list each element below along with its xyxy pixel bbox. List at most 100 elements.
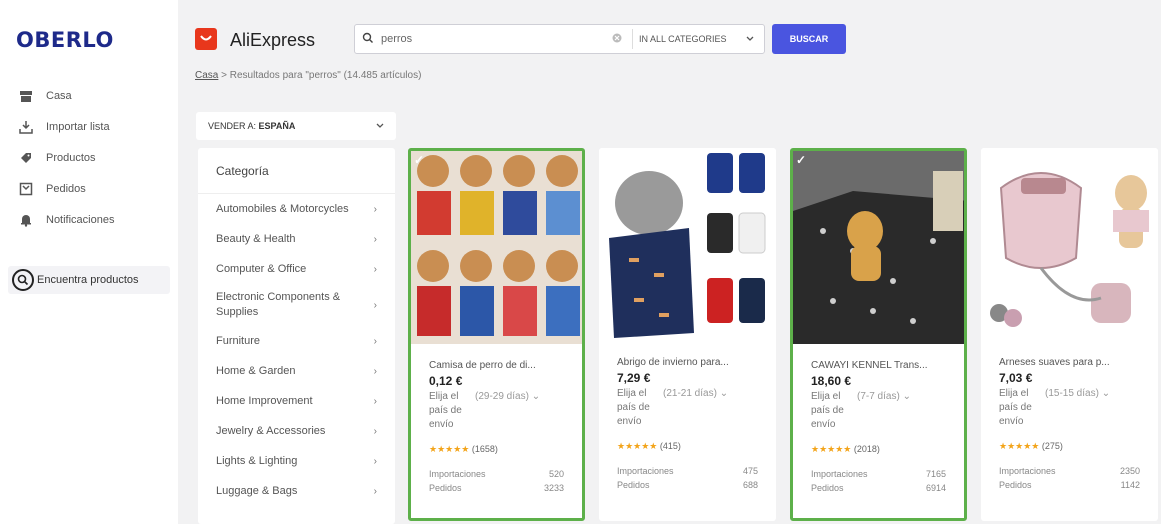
shipping-days: (29-29 días) [475,391,529,402]
stars-icon: ★★★★★ [999,441,1040,451]
ship-to-text: VENDER A: ESPAÑA [208,121,295,131]
product-info: Abrigo de invierno para... 7,29 € Elija … [599,341,776,492]
category-item[interactable]: Luggage & Bags › [198,476,395,506]
sidebar-item-casa[interactable]: Casa [18,80,168,111]
imports-label: Importaciones [811,469,868,479]
product-info: Camisa de perro de di... 0,12 € Elija el… [411,344,582,495]
category-item[interactable]: Lights & Lighting › [198,446,395,476]
chevron-right-icon: › [373,335,377,347]
category-item-label: Luggage & Bags [216,485,298,497]
stars-icon: ★★★★★ [429,444,470,454]
product-card[interactable]: Abrigo de invierno para... 7,29 € Elija … [599,148,776,521]
sidebar-item-label: Importar lista [46,120,110,133]
search-button[interactable]: BUSCAR [772,24,846,54]
imports-count: 520 [548,469,564,479]
product-title[interactable]: Camisa de perro de di... [429,360,564,371]
imports-count: 7165 [925,469,946,479]
download-icon [18,119,34,135]
product-image [981,148,1158,341]
rating-count: (2018) [853,444,880,454]
shipping-label: Elija el país de envío [429,391,462,430]
ship-to-select[interactable]: VENDER A: ESPAÑA [196,112,396,140]
stars-icon: ★★★★★ [617,441,658,451]
product-card[interactable]: ✓ CAWAYI KENNEL Trans... 18,60 € Elija e… [790,148,967,521]
rating-count: (1658) [471,444,498,454]
sidebar-item-notificaciones[interactable]: Notificaciones [18,204,168,235]
category-select-value: IN ALL CATEGORIES [639,34,727,44]
category-item[interactable]: Computer & Office › [198,254,395,284]
product-title[interactable]: Abrigo de invierno para... [617,357,758,368]
chevron-right-icon: › [373,299,377,311]
sidebar-nav: Casa Importar lista Productos Pedidos No… [18,80,168,235]
orders-label: Pedidos [617,480,650,490]
category-item-label: Lights & Lighting [216,455,298,467]
category-item[interactable]: Jewelry & Accessories › [198,416,395,446]
product-image: ✓ [793,151,964,344]
category-select[interactable]: IN ALL CATEGORIES [639,34,764,44]
product-image [599,148,776,341]
product-price: 0,12 € [429,374,463,388]
aliexpress-logo-icon [195,28,217,50]
category-item[interactable]: Electronic Components & Supplies › [198,284,395,326]
orders-count: 1142 [1120,480,1140,490]
sidebar-item-label: Pedidos [46,182,86,195]
chevron-right-icon: › [373,203,377,215]
product-card[interactable]: Arneses suaves para p... 7,03 € Elija el… [981,148,1158,521]
breadcrumb: Casa > Resultados para "perros" (14.485 … [195,70,421,81]
shipping-days: (7-7 días) [857,391,900,402]
chevron-down-icon: ⌄ [716,388,729,399]
category-item-label: Computer & Office [216,263,307,275]
sidebar-item-label: Notificaciones [46,213,115,226]
chevron-down-icon [376,121,384,131]
chevron-right-icon: › [373,365,377,377]
category-item[interactable]: Furniture › [198,326,395,356]
orders-icon [18,181,34,197]
category-item[interactable]: Home & Garden › [198,356,395,386]
product-title[interactable]: Arneses suaves para p... [999,357,1140,368]
search-divider [632,29,633,49]
search-icon [355,32,381,47]
shipping-info[interactable]: Elija el país de envío (29-29 días) ⌄ [429,390,564,432]
shipping-label: Elija el país de envío [811,391,844,430]
sidebar: OBERLO Casa Importar lista Productos Ped… [0,0,178,524]
sidebar-item-label: Productos [46,151,96,164]
category-panel: Categoría Automobiles & Motorcycles › Bea… [198,148,395,524]
category-item-label: Furniture [216,335,261,347]
oberlo-logo[interactable]: OBERLO [16,28,114,52]
app-root: OBERLO Casa Importar lista Productos Ped… [0,0,1161,524]
ship-to-label: VENDER A: [208,121,257,131]
sidebar-item-importar-lista[interactable]: Importar lista [18,111,168,142]
category-item[interactable]: Home Improvement › [198,386,395,416]
sidebar-item-productos[interactable]: Productos [18,142,168,173]
breadcrumb-home-link[interactable]: Casa [195,70,218,81]
chevron-right-icon: › [373,263,377,275]
product-price: 18,60 € [811,374,852,388]
shipping-info[interactable]: Elija el país de envío (7-7 días) ⌄ [811,390,946,432]
main-content: AliExpress perros IN ALL CATEGORIES BUSC… [178,0,1161,524]
search-input[interactable]: perros [381,33,608,45]
category-heading: Categoría [198,148,395,194]
shipping-label: Elija el país de envío [617,388,650,427]
shipping-info[interactable]: Elija el país de envío (15-15 días) ⌄ [999,387,1140,429]
category-item[interactable]: Automobiles & Motorcycles › [198,194,395,224]
search-bar: perros IN ALL CATEGORIES [354,24,765,54]
chevron-right-icon: › [373,485,377,497]
clear-icon[interactable] [608,33,626,46]
shipping-info[interactable]: Elija el país de envío (21-21 días) ⌄ [617,387,758,429]
product-card[interactable]: ✓ Camisa de perro de di... 0,12 € Elija … [408,148,585,521]
sidebar-item-encuentra-productos[interactable]: Encuentra productos [8,266,170,294]
category-item-label: Beauty & Health [216,233,296,245]
shipping-days: (21-21 días) [663,388,717,399]
home-icon [18,88,34,104]
rating: ★★★★★ (2018) [811,444,946,455]
sidebar-item-label: Encuentra productos [37,274,139,286]
chevron-down-icon [746,34,754,44]
imports-count: 2350 [1119,466,1140,476]
product-title[interactable]: CAWAYI KENNEL Trans... [811,360,946,371]
bell-icon [18,212,34,228]
chevron-right-icon: › [373,395,377,407]
orders-count: 6914 [925,483,946,493]
category-item[interactable]: Beauty & Health › [198,224,395,254]
sidebar-item-pedidos[interactable]: Pedidos [18,173,168,204]
breadcrumb-separator: > [221,70,227,81]
